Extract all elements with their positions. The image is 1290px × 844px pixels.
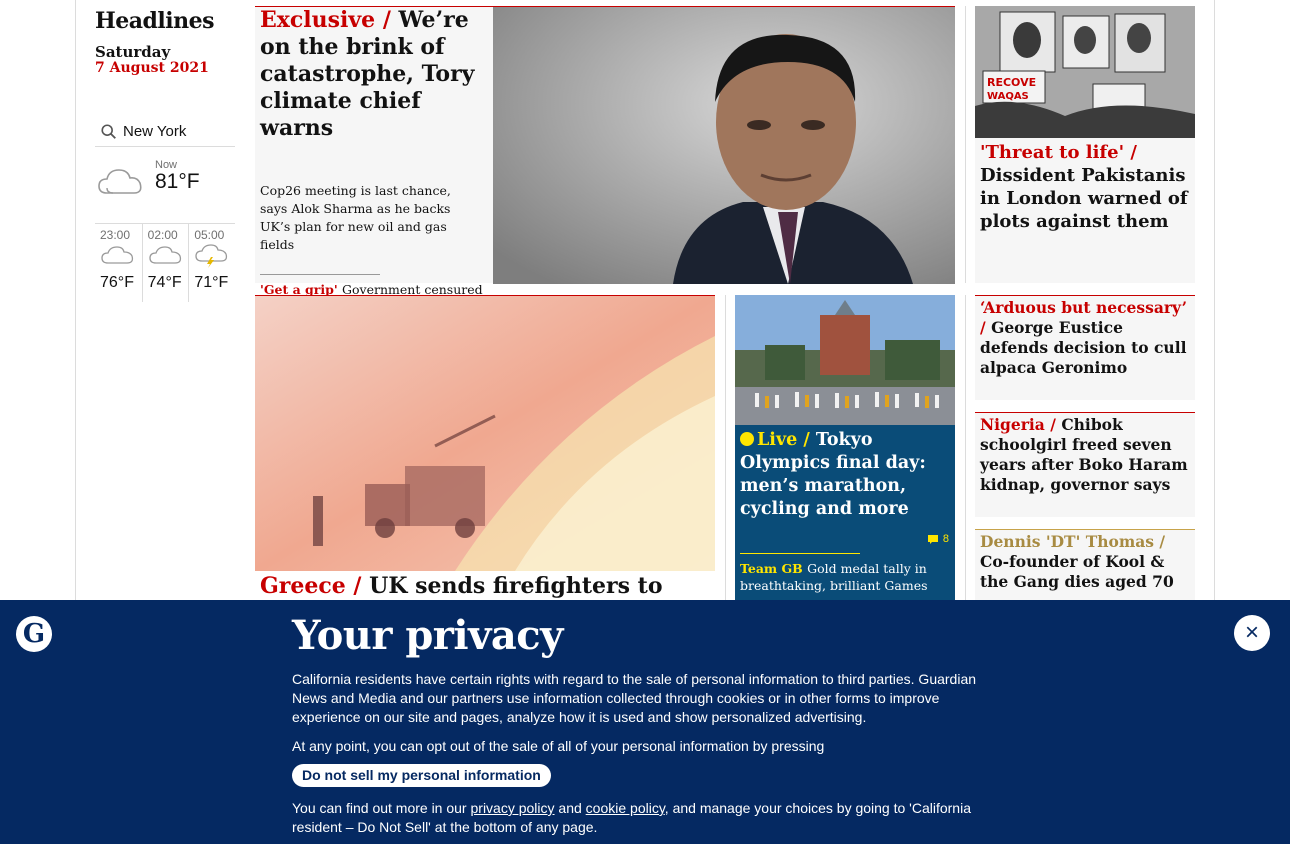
privacy-text: and: [558, 800, 582, 816]
privacy-banner: G Your privacy California residents have…: [0, 600, 1290, 844]
olympics-sublink[interactable]: Team GB Gold medal tally in breathtaking…: [740, 560, 950, 594]
right-card-headline-text: Co-founder of Kool & the Gang dies aged …: [980, 552, 1174, 591]
fire-image: [255, 296, 715, 571]
privacy-paragraph: California residents have certain rights…: [292, 671, 977, 725]
do-not-sell-button[interactable]: Do not sell my personal information: [292, 764, 551, 787]
main-standfirst: Cop26 meeting is last chance, says Alok …: [260, 183, 451, 252]
portrait-image: [493, 7, 955, 284]
live-label: Live /: [757, 430, 810, 450]
forecast-slot: 05:00 71°F: [188, 224, 235, 302]
privacy-title: Your privacy: [292, 612, 563, 659]
svg-text:RECOVE: RECOVE: [987, 76, 1036, 89]
comment-count[interactable]: 8: [927, 533, 949, 545]
search-icon: [101, 123, 116, 139]
cloud-icon: [101, 246, 134, 264]
guardian-logo-icon: G: [16, 616, 52, 652]
olympics-live-card[interactable]: Live / Tokyo Olympics final day: men’s m…: [735, 295, 955, 605]
privacy-links-paragraph: You can find out more in our privacy pol…: [292, 799, 992, 837]
right-top-kicker: 'Threat to life' /: [980, 142, 1137, 163]
main-kicker: Exclusive /: [260, 7, 391, 33]
protest-photo: RECOVE WAQAS: [975, 6, 1195, 138]
right-card-headline: Dennis 'DT' Thomas / Co-founder of Kool …: [975, 530, 1195, 592]
forecast-slot: 02:00 74°F: [141, 224, 189, 302]
right-top-headline-text: Dissident Pakistanis in London warned of…: [980, 165, 1188, 232]
forecast-time: 05:00: [194, 228, 225, 242]
forecast-time: 23:00: [100, 228, 131, 242]
thunderstorm-icon: [195, 244, 228, 268]
wildfire-photo: [255, 296, 715, 571]
privacy-body: California residents have certain rights…: [292, 670, 992, 844]
right-card-kicker: Dennis 'DT' Thomas /: [980, 532, 1166, 551]
privacy-paragraph: At any point, you can opt out of the sal…: [292, 738, 825, 754]
date-full: 7 August 2021: [95, 60, 209, 76]
cloud-icon: [149, 246, 181, 264]
right-top-card[interactable]: RECOVE WAQAS 'Threat to life' / Dissiden…: [975, 6, 1195, 283]
forecast-temp: 74°F: [147, 274, 182, 291]
main-story-image[interactable]: [493, 7, 955, 284]
main-headline[interactable]: Exclusive / We’re on the brink of catast…: [260, 7, 488, 142]
main-story-text: Exclusive / We’re on the brink of catast…: [260, 7, 488, 315]
column-divider: [965, 295, 966, 600]
olympics-headline[interactable]: Live / Tokyo Olympics final day: men’s m…: [740, 429, 950, 521]
right-card[interactable]: Dennis 'DT' Thomas / Co-founder of Kool …: [975, 529, 1195, 600]
right-card-kicker: Nigeria /: [980, 415, 1056, 434]
forecast-slot: 23:00 76°F: [95, 224, 142, 302]
marathon-image: [735, 295, 955, 425]
protest-image: RECOVE WAQAS: [975, 6, 1195, 138]
forecast-temp: 71°F: [194, 274, 229, 291]
weather-forecast: 23:00 76°F 02:00 74°F 05:00 71°F: [95, 223, 235, 302]
right-top-headline[interactable]: 'Threat to life' / Dissident Pakistanis …: [980, 141, 1190, 233]
weather-widget: New York Now 81°F 23:00 76°F 02:00 74°F …: [95, 117, 235, 302]
comment-icon: [927, 534, 938, 544]
comment-count-value: 8: [942, 533, 949, 545]
live-kicker: Live /: [740, 430, 816, 450]
marathon-photo: [735, 295, 955, 425]
right-card[interactable]: Nigeria / Chibok schoolgirl freed seven …: [975, 412, 1195, 517]
right-card-headline: Nigeria / Chibok schoolgirl freed seven …: [975, 413, 1195, 495]
now-temp: 81°F: [155, 169, 200, 193]
right-card-headline: ‘Arduous but necessary’ / George Eustice…: [975, 296, 1195, 378]
cookie-policy-link[interactable]: cookie policy: [586, 800, 665, 816]
date-day: Saturday: [95, 43, 171, 61]
location-name: New York: [123, 123, 187, 140]
forecast-time: 02:00: [147, 228, 178, 242]
column-divider: [725, 295, 726, 600]
fire-kicker: Greece /: [260, 573, 362, 599]
main-story-card[interactable]: Exclusive / We’re on the brink of catast…: [255, 6, 955, 314]
right-card-headline-text: George Eustice defends decision to cull …: [980, 318, 1187, 377]
forecast-temp: 76°F: [100, 274, 134, 291]
weather-location[interactable]: New York: [95, 117, 235, 147]
privacy-policy-link[interactable]: privacy policy: [471, 800, 555, 816]
olympics-sub-kicker: Team GB: [740, 561, 803, 576]
fire-story-card[interactable]: Greece / UK sends firefighters to help i…: [255, 295, 715, 627]
privacy-text: You can find out more in our: [292, 800, 467, 816]
right-card[interactable]: ‘Arduous but necessary’ / George Eustice…: [975, 295, 1195, 400]
live-dot-icon: [740, 432, 754, 446]
section-title: Headlines: [95, 8, 215, 34]
column-divider: [965, 6, 966, 283]
section-header: Headlines Saturday 7 August 2021: [95, 8, 235, 76]
svg-text:WAQAS: WAQAS: [987, 91, 1029, 102]
close-icon[interactable]: ×: [1234, 615, 1270, 651]
olympics-sublink-rule: Team GB Gold medal tally in breathtaking…: [740, 553, 928, 594]
cloud-icon: [98, 169, 142, 194]
weather-now: Now 81°F: [95, 159, 235, 201]
